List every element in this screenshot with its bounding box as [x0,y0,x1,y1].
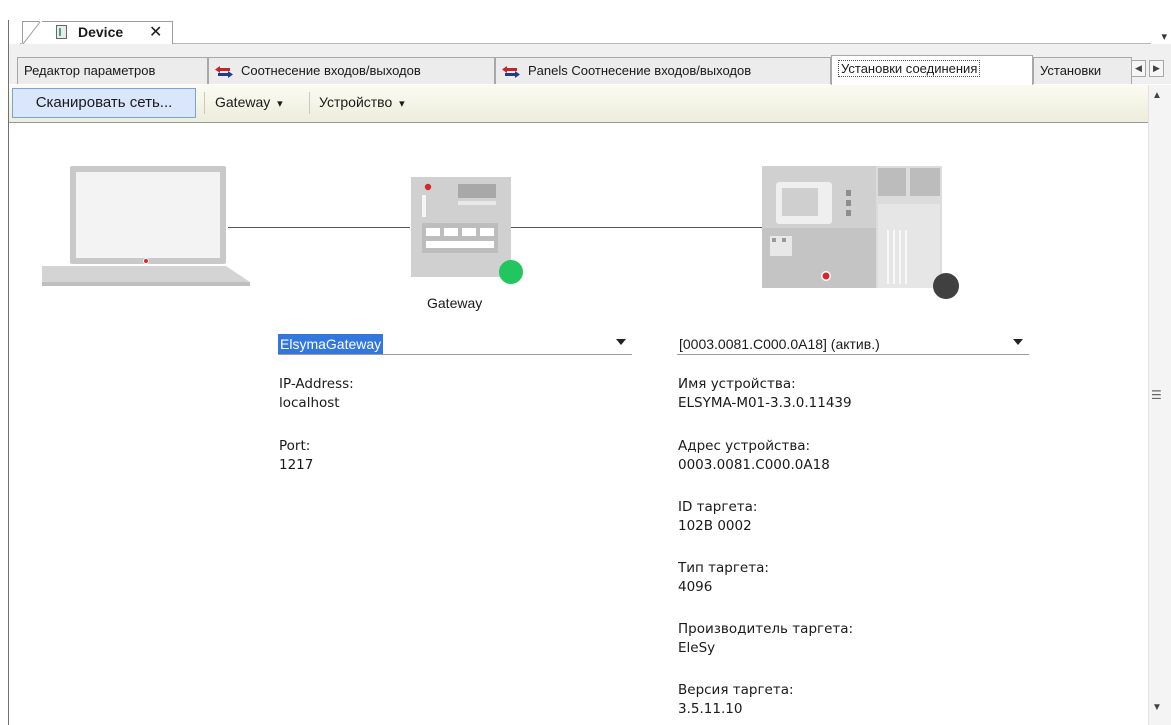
vertical-scrollbar[interactable] [1148,85,1171,725]
tab-connection-settings[interactable]: Установки соединения [831,55,1033,85]
gateway-caption: Gateway [427,295,483,311]
device-menu-label: Устройство [319,94,393,110]
document-tab-label: Device [78,24,124,40]
tab-label: Установки [1040,63,1102,78]
gateway-device-icon [411,177,523,284]
tab-label: Panels Соотнесение входов/выходов [528,63,752,78]
target-id-label: ID таргета: [678,499,758,515]
tab-panels-io-mapping[interactable]: Panels Соотнесение входов/выходов [495,57,831,84]
chevron-down-icon: ▾ [277,98,283,110]
connection-line-pc-gateway [228,227,410,228]
target-vendor-label: Производитель таргета: [678,621,854,637]
tab-scroll-left-icon[interactable]: ◀ [1131,60,1146,77]
toolbar-separator [309,92,310,114]
tab-io-mapping[interactable]: Соотнесение входов/выходов [208,57,495,84]
chevron-down-icon [616,339,626,345]
io-mapping-arrows-icon [502,65,520,78]
device-menu-button[interactable]: Устройство ▾ [319,94,405,110]
io-mapping-arrows-icon [215,65,233,78]
tab-scroll-right-icon[interactable]: ▶ [1149,60,1164,77]
device-icon [56,25,67,39]
gateway-menu-label: Gateway [215,94,271,110]
scroll-down-icon[interactable]: ▼ [1152,702,1162,713]
target-id-value: 102B 0002 [678,518,752,534]
chevron-down-icon: ▾ [399,98,405,110]
plc-device-icon [762,166,959,299]
device-select-value: [0003.0081.C000.0A18] (актив.) [679,336,880,352]
device-select[interactable]: [0003.0081.C000.0A18] (актив.) [677,333,1029,355]
tab-label: Соотнесение входов/выходов [241,63,421,78]
gateway-menu-button[interactable]: Gateway ▾ [215,94,283,110]
target-vendor-value: EleSy [678,640,716,656]
chevron-down-icon[interactable]: ▾ [1161,30,1167,43]
gateway-select-value: ElsymaGateway [278,334,384,354]
tab-parameter-editor[interactable]: Редактор параметров [17,57,208,84]
target-type-value: 4096 [678,579,713,595]
target-type-label: Тип таргета: [678,560,769,576]
laptop-led-icon [144,259,148,263]
tab-slant-shape [22,21,42,44]
tab-label: Редактор параметров [24,63,156,78]
toolbar-separator [204,92,205,114]
laptop-icon [42,166,250,286]
tab-label: Установки соединения [838,60,981,77]
gateway-port-value: 1217 [279,457,314,473]
gateway-select[interactable]: ElsymaGateway [278,333,632,355]
scroll-up-icon[interactable]: ▲ [1152,90,1162,101]
device-status-icon [933,273,959,299]
document-tab-device[interactable]: Device ✕ [22,21,173,44]
connection-line-gateway-device [510,227,762,228]
document-tab-strip [0,0,1171,44]
tab-settings[interactable]: Установки [1033,57,1132,84]
window-left-border [8,20,9,725]
device-address-value: 0003.0081.C000.0A18 [678,457,830,473]
gateway-ip-value: localhost [279,395,340,411]
scroll-grip-icon[interactable]: ☰ [1151,388,1162,402]
gateway-ip-label: IP-Address: [279,376,354,392]
device-address-label: Адрес устройства: [678,438,811,454]
target-version-label: Версия таргета: [678,682,794,698]
device-name-value: ELSYMA-M01-3.3.0.11439 [678,395,852,411]
scan-network-button[interactable]: Сканировать сеть... [12,88,196,118]
device-name-label: Имя устройства: [678,376,796,392]
target-version-value: 3.5.11.10 [678,701,743,717]
close-icon[interactable]: ✕ [149,22,162,42]
chevron-down-icon [1013,339,1023,345]
gateway-port-label: Port: [279,438,311,454]
gateway-status-icon [499,260,523,284]
